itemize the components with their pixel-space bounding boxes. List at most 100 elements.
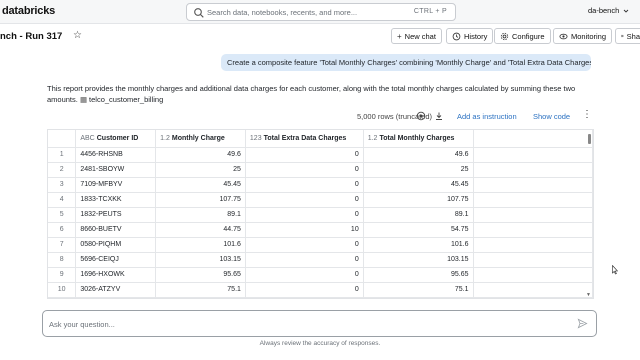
empty-cell — [473, 147, 593, 163]
table-row: 1 4456-RHSNB 49.6 0 49.6 — [48, 147, 593, 163]
total-monthly-charges-cell[interactable]: 45.45 — [363, 177, 474, 193]
empty-cell — [473, 282, 593, 298]
column-header-total-extra-data-charges[interactable]: 123 Total Extra Data Charges — [245, 130, 364, 148]
extra-data-charges-cell[interactable]: 0 — [245, 267, 364, 283]
monthly-charge-cell[interactable]: 45.45 — [155, 177, 246, 193]
extra-data-charges-cell[interactable]: 0 — [245, 192, 364, 208]
extra-data-charges-cell[interactable]: 0 — [245, 297, 364, 298]
row-index-cell[interactable]: 1 — [48, 147, 77, 163]
table-row: 3 7109-MFBYV 45.45 0 45.45 — [48, 177, 593, 193]
row-index-cell[interactable]: 7 — [48, 237, 77, 253]
extra-data-charges-cell[interactable]: 0 — [245, 282, 364, 298]
total-monthly-charges-cell[interactable]: 49.6 — [363, 147, 474, 163]
monitoring-label: Monitoring — [571, 31, 607, 41]
customer-id-cell[interactable]: 5696-CEIQJ — [75, 252, 157, 268]
send-icon[interactable] — [577, 318, 588, 329]
monthly-charge-cell[interactable]: 61.35 — [155, 297, 246, 298]
show-code-link[interactable]: Show code — [533, 112, 570, 121]
table-row: 114012-YCFAI61.35061.35 — [48, 297, 593, 298]
monthly-charge-cell[interactable]: 103.15 — [155, 252, 246, 268]
customer-id-cell[interactable]: 4012-YCFAI — [75, 297, 157, 298]
column-header-monthly-charge[interactable]: 1.2 Monthly Charge — [155, 130, 246, 148]
add-as-instruction-link[interactable]: Add as instruction — [457, 112, 517, 121]
column-header-customer-id[interactable]: ABC Customer ID — [75, 130, 157, 148]
total-monthly-charges-cell[interactable]: 95.65 — [363, 267, 474, 283]
monthly-charge-cell[interactable]: 101.6 — [155, 237, 246, 253]
total-monthly-charges-cell[interactable]: 54.75 — [363, 222, 474, 238]
total-monthly-charges-cell[interactable]: 101.6 — [363, 237, 474, 253]
new-chat-button[interactable]: + New chat — [391, 28, 442, 44]
extra-data-charges-cell[interactable]: 0 — [245, 252, 364, 268]
monitoring-button[interactable]: Monitoring — [553, 28, 613, 44]
row-index-cell[interactable]: 11 — [48, 297, 77, 298]
more-options-icon[interactable]: ⋮ — [582, 109, 592, 120]
extra-data-charges-cell[interactable]: 0 — [245, 237, 364, 253]
customer-id-cell[interactable]: 1833-TCXKK — [75, 192, 157, 208]
row-index-cell[interactable]: 4 — [48, 192, 77, 208]
customer-id-cell[interactable]: 4456-RHSNB — [75, 147, 157, 163]
configure-button[interactable]: Configure — [494, 28, 551, 44]
row-index-cell[interactable]: 5 — [48, 207, 77, 223]
monthly-charge-cell[interactable]: 95.65 — [155, 267, 246, 283]
table-row: 4 1833-TCXKK 107.75 0 107.75 — [48, 192, 593, 208]
empty-cell — [473, 267, 593, 283]
monthly-charge-cell[interactable]: 89.1 — [155, 207, 246, 223]
table-scrollbar-thumb[interactable] — [588, 134, 591, 144]
extra-data-charges-cell[interactable]: 0 — [245, 177, 364, 193]
customer-id-cell[interactable]: 7109-MFBYV — [75, 177, 157, 193]
table-row: 10 3026-ATZYV 75.1 0 75.1 — [48, 282, 593, 298]
star-icon[interactable]: ☆ — [73, 30, 82, 41]
empty-cell — [473, 222, 593, 238]
total-monthly-charges-cell[interactable]: 61.35 — [363, 297, 474, 298]
row-index-cell[interactable]: 3 — [48, 177, 77, 193]
monthly-charge-cell[interactable]: 49.6 — [155, 147, 246, 163]
extra-data-charges-cell[interactable]: 0 — [245, 162, 364, 178]
workspace-switcher[interactable]: da-bench — [588, 6, 629, 15]
history-label: History — [464, 31, 488, 41]
share-button[interactable]: Sha — [615, 28, 640, 44]
row-index-cell[interactable]: 2 — [48, 162, 77, 178]
customer-id-cell[interactable]: 1832-PEUTS — [75, 207, 157, 223]
history-icon — [452, 32, 461, 40]
customer-id-cell[interactable]: 2481-SBOYW — [75, 162, 157, 178]
record-icon[interactable] — [416, 111, 426, 121]
results-table: ABC Customer ID 1.2 Monthly Charge 123 Tota… — [47, 129, 594, 299]
question-input-box[interactable] — [42, 310, 597, 337]
global-search[interactable]: Search data, notebooks, recents, and mor… — [186, 3, 456, 21]
customer-id-cell[interactable]: 3026-ATZYV — [75, 282, 157, 298]
customer-id-cell[interactable]: 1696-HXOWK — [75, 267, 157, 283]
column-header-total-monthly-charges[interactable]: 1.2 Total Monthly Charges — [363, 130, 474, 148]
total-monthly-charges-cell[interactable]: 103.15 — [363, 252, 474, 268]
download-icon[interactable] — [434, 111, 444, 121]
customer-id-cell[interactable]: 0580-PIQHM — [75, 237, 157, 253]
row-index-cell[interactable]: 10 — [48, 282, 77, 298]
customer-id-cell[interactable]: 8660-BUETV — [75, 222, 157, 238]
monthly-charge-cell[interactable]: 25 — [155, 162, 246, 178]
workspace-name: da-bench — [588, 6, 620, 15]
row-index-cell[interactable]: 8 — [48, 252, 77, 268]
total-monthly-charges-cell[interactable]: 89.1 — [363, 207, 474, 223]
monthly-charge-cell[interactable]: 75.1 — [155, 282, 246, 298]
scroll-down-arrow-icon[interactable]: ▼ — [586, 292, 591, 298]
extra-data-charges-cell[interactable]: 0 — [245, 207, 364, 223]
row-index-cell[interactable]: 9 — [48, 267, 77, 283]
extra-data-charges-cell[interactable]: 10 — [245, 222, 364, 238]
question-input[interactable] — [49, 317, 549, 331]
row-index-header — [48, 130, 77, 148]
extra-data-charges-cell[interactable]: 0 — [245, 147, 364, 163]
search-shortcut: CTRL + P — [413, 8, 447, 15]
monthly-charge-cell[interactable]: 107.75 — [155, 192, 246, 208]
databricks-logo[interactable]: databricks — [2, 5, 55, 17]
empty-cell — [473, 192, 593, 208]
total-monthly-charges-cell[interactable]: 25 — [363, 162, 474, 178]
response-description: This report provides the monthly charges… — [47, 83, 607, 105]
history-button[interactable]: History — [446, 28, 494, 44]
total-monthly-charges-cell[interactable]: 75.1 — [363, 282, 474, 298]
table-reference[interactable]: ▦ telco_customer_billing — [80, 94, 163, 105]
empty-cell — [473, 237, 593, 253]
total-monthly-charges-cell[interactable]: 107.75 — [363, 192, 474, 208]
table-icon: ▦ — [79, 95, 88, 104]
monthly-charge-cell[interactable]: 44.75 — [155, 222, 246, 238]
row-index-cell[interactable]: 6 — [48, 222, 77, 238]
chevron-down-icon — [624, 9, 629, 13]
